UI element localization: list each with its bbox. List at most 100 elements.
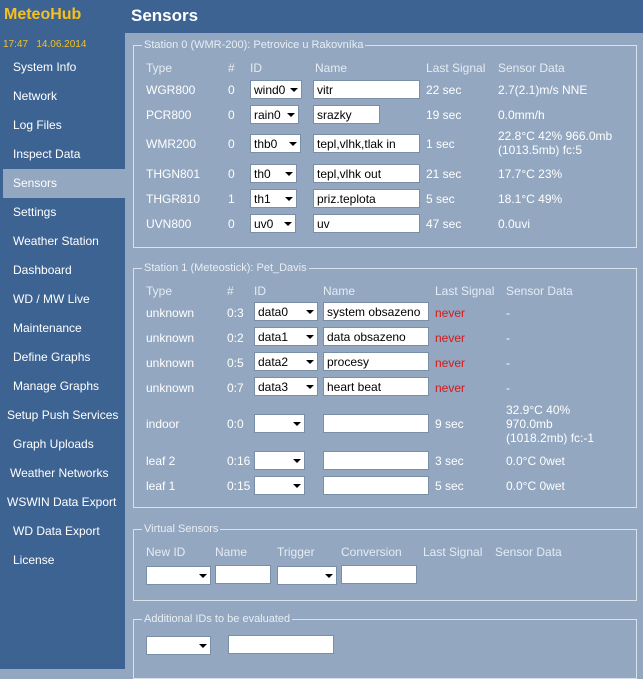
station1-row-num: 0:0 (227, 417, 244, 431)
station1-row-sensor-data: 0.0°C 0wet (506, 479, 565, 493)
station0-header-num: # (228, 61, 235, 75)
station1-header-name: Name (323, 284, 356, 298)
station1-row-id-select[interactable]: data0 (254, 302, 318, 321)
clock: 17:47 14.06.2014 (3, 39, 86, 50)
station0-row-last-signal: 5 sec (426, 192, 455, 206)
station0-row-id-select[interactable]: th1 (250, 189, 297, 208)
station0-row-id-select[interactable]: wind0 (250, 80, 302, 99)
station1-row-name-input[interactable] (323, 377, 429, 396)
station1-row-id-select[interactable]: data3 (254, 377, 318, 396)
station1-row-num: 0:7 (227, 381, 244, 395)
station0-row-last-signal: 21 sec (426, 167, 462, 181)
sidebar-item-sensors[interactable]: Sensors (3, 169, 125, 198)
station1-row-type: unknown (146, 356, 195, 370)
virtual-new-id-select[interactable] (146, 566, 211, 585)
station0-row-name-input[interactable] (313, 214, 420, 233)
station1-row-type: unknown (146, 306, 195, 320)
station1-row-sensor-data: - (506, 331, 510, 345)
station0-row-type: WMR200 (146, 137, 197, 151)
sidebar-item-system-info[interactable]: System Info (0, 53, 125, 82)
station1-row-sensor-data: 32.9°C 40% 970.0mb (1018.2mb) fc:-1 (506, 403, 595, 445)
station0-row-type: THGR810 (146, 192, 201, 206)
virtual-trigger-select[interactable] (277, 566, 337, 585)
station1-row-last-signal: 5 sec (435, 479, 464, 493)
station1-row-sensor-data: - (506, 306, 510, 320)
sidebar-item-license[interactable]: License (0, 546, 125, 575)
station1-row-last-signal: never (435, 356, 466, 370)
station1-header-num: # (227, 284, 234, 298)
sidebar-item-setup-push-services[interactable]: Setup Push Services (0, 401, 125, 430)
sidebar-item-wswin-data-export[interactable]: WSWIN Data Export (0, 488, 125, 517)
sidebar-item-settings[interactable]: Settings (0, 198, 125, 227)
virtual-header-conversion: Conversion (341, 545, 402, 559)
clock-date: 14.06.2014 (36, 39, 87, 50)
station1-row-id-select[interactable] (254, 451, 305, 470)
station0-row-name-input[interactable] (313, 80, 420, 99)
additional-ids-legend: Additional IDs to be evaluated (142, 612, 293, 626)
additional-id-select[interactable] (146, 636, 211, 655)
sidebar-item-wd-mw-live[interactable]: WD / MW Live (0, 285, 125, 314)
sidebar-item-dashboard[interactable]: Dashboard (0, 256, 125, 285)
station1-header-id: ID (254, 284, 266, 298)
station1-header-data: Sensor Data (506, 284, 573, 298)
station1-row-name-input[interactable] (323, 414, 429, 433)
station1-row-last-signal: never (435, 306, 466, 320)
station0-row-type: THGN801 (146, 167, 201, 181)
clock-time: 17:47 (3, 39, 29, 50)
station1-row-last-signal: 3 sec (435, 454, 464, 468)
virtual-header-data: Sensor Data (495, 545, 562, 559)
sidebar-item-log-files[interactable]: Log Files (0, 111, 125, 140)
sidebar-item-define-graphs[interactable]: Define Graphs (0, 343, 125, 372)
sidebar-item-wd-data-export[interactable]: WD Data Export (0, 517, 125, 546)
sidebar-item-manage-graphs[interactable]: Manage Graphs (0, 372, 125, 401)
virtual-name-input[interactable] (215, 565, 271, 584)
station0-row-type: UVN800 (146, 217, 192, 231)
station0-row-id-select[interactable]: uv0 (250, 214, 296, 233)
station1-row-name-input[interactable] (323, 451, 429, 470)
station1-row-id-select[interactable]: data1 (254, 327, 318, 346)
virtual-sensors-legend: Virtual Sensors (142, 522, 221, 536)
station1-row-name-input[interactable] (323, 302, 429, 321)
station0-row-id-select[interactable]: thb0 (250, 134, 301, 153)
station1-row-name-input[interactable] (323, 476, 429, 495)
station0-row-type: WGR800 (146, 83, 196, 97)
station0-row-name-input[interactable] (313, 134, 420, 153)
station1-row-id-select[interactable] (254, 414, 305, 433)
station1-row-id-select[interactable]: data2 (254, 352, 318, 371)
station0-row-num: 0 (228, 167, 235, 181)
station0-row-id-select[interactable]: th0 (250, 164, 297, 183)
station0-row-sensor-data: 2.7(2.1)m/s NNE (498, 83, 588, 97)
station0-row-num: 0 (228, 137, 235, 151)
station1-row-name-input[interactable] (323, 352, 429, 371)
additional-id-input[interactable] (228, 635, 334, 654)
sidebar-nav: System Info Network Log Files Inspect Da… (0, 53, 125, 575)
sidebar-item-weather-station[interactable]: Weather Station (0, 227, 125, 256)
station1-row-num: 0:15 (227, 479, 251, 493)
station0-row-type: PCR800 (146, 108, 192, 122)
sidebar-item-network[interactable]: Network (0, 82, 125, 111)
station1-legend: Station 1 (Meteostick): Pet_Davis (142, 261, 309, 275)
station0-row-sensor-data: 18.1°C 49% (498, 192, 563, 206)
sidebar-item-graph-uploads[interactable]: Graph Uploads (0, 430, 125, 459)
station0-row-num: 0 (228, 108, 235, 122)
station1-row-name-input[interactable] (323, 327, 429, 346)
sidebar-item-maintenance[interactable]: Maintenance (0, 314, 125, 343)
station0-header-data: Sensor Data (498, 61, 565, 75)
station0-row-name-input[interactable] (313, 105, 380, 124)
station0-row-name-input[interactable] (313, 189, 420, 208)
station1-row-id-select[interactable] (254, 476, 305, 495)
station1-header-last: Last Signal (435, 284, 495, 298)
sidebar-item-inspect-data[interactable]: Inspect Data (0, 140, 125, 169)
station1-header-type: Type (146, 284, 173, 298)
station0-header-name: Name (315, 61, 348, 75)
station0-row-last-signal: 22 sec (426, 83, 462, 97)
station0-row-last-signal: 47 sec (426, 217, 462, 231)
station0-row-name-input[interactable] (313, 164, 420, 183)
station0-row-num: 0 (228, 217, 235, 231)
virtual-conversion-input[interactable] (341, 565, 417, 584)
station1-row-type: unknown (146, 381, 195, 395)
sidebar-item-weather-networks[interactable]: Weather Networks (0, 459, 125, 488)
station0-row-id-select[interactable]: rain0 (250, 105, 299, 124)
app-logo: MeteoHub (4, 6, 82, 23)
station1-row-num: 0:2 (227, 331, 244, 345)
